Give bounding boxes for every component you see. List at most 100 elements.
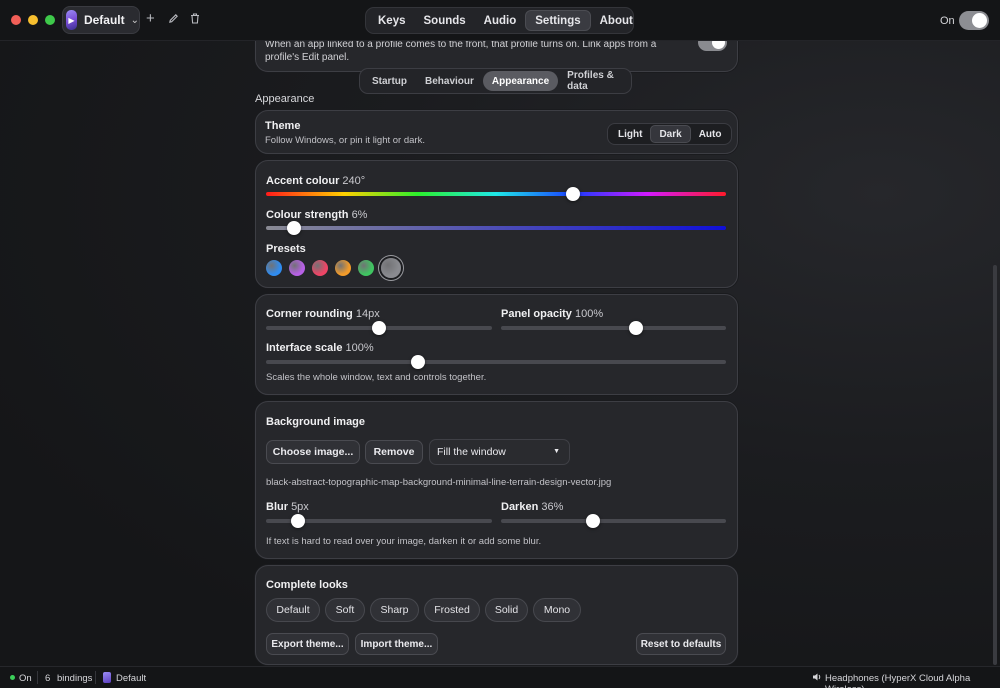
panel-opacity-slider[interactable] [629,321,643,335]
bindings-count: 6 [45,673,51,684]
darken-slider[interactable] [586,514,601,528]
accent-colour-value: 240° [342,175,366,187]
preset-swatch[interactable] [312,260,328,276]
look-default-chip[interactable]: Default [266,598,320,622]
subtab-profiles-data[interactable]: Profiles & data [558,70,628,92]
reset-defaults-button[interactable]: Reset to defaults [636,633,726,655]
preset-swatch[interactable] [381,258,401,278]
power-label: On [940,15,955,27]
theme-description: Follow Windows, or pin it light or dark. [265,135,425,146]
panel-opacity-label-text: Panel opacity [501,308,572,320]
trash-icon[interactable] [190,12,200,27]
theme-selector: Light Dark Auto [607,123,733,145]
blur-value: 5px [291,501,309,513]
accent-hue-slider[interactable] [565,187,580,201]
colour-strength-track[interactable] [266,226,726,230]
import-theme-button[interactable]: Import theme... [355,633,438,655]
preset-swatch[interactable] [289,260,305,276]
toggle-knob [972,13,987,28]
preset-swatch[interactable] [335,260,351,276]
preset-swatch[interactable] [358,260,374,276]
status-bar: On 6 bindings Default Headphones (HyperX… [0,666,1000,688]
power-toggle[interactable] [959,11,989,30]
darken-label: Darken 36% [501,501,563,513]
presets-label: Presets [266,243,306,255]
darken-value: 36% [541,501,564,513]
section-title: Appearance [255,93,315,105]
darken-track[interactable] [501,519,726,523]
minimize-window-button[interactable] [28,15,38,25]
background-image-card: Background image Choose image... Remove … [255,401,738,559]
subtab-behaviour[interactable]: Behaviour [416,71,483,91]
preset-swatch[interactable] [266,260,282,276]
background-image-title: Background image [266,416,366,428]
subtab-startup[interactable]: Startup [363,71,416,91]
auto-switch-description: When an app linked to a profile comes to… [265,39,657,63]
fit-mode-select[interactable]: Fill the window ▼ [429,439,570,465]
choose-image-button[interactable]: Choose image... [266,440,360,464]
look-frosted-chip[interactable]: Frosted [424,598,480,622]
tab-audio[interactable]: Audio [475,10,526,31]
interface-scale-label-text: Interface scale [266,342,343,354]
tab-settings[interactable]: Settings [525,10,591,31]
corner-rounding-slider[interactable] [372,321,386,335]
background-filename: black-abstract-topographic-map-backgroun… [266,477,612,488]
dropdown-arrow-icon: ▼ [553,448,560,455]
interface-scale-description: Scales the whole window, text and contro… [266,372,487,383]
plus-icon[interactable]: + [146,10,155,27]
blur-label: Blur 5px [266,501,309,513]
accent-colour-label: Accent colour 240° [266,175,365,187]
interface-scale-track[interactable] [266,360,726,364]
interface-scale-label: Interface scale 100% [266,342,374,354]
layout-card: Corner rounding 14px Panel opacity 100% … [255,294,738,395]
title-bar: ▶ Default ⌄ + Keys Sounds Audio Settings… [0,0,1000,41]
look-mono-chip[interactable]: Mono [533,598,581,622]
tab-about[interactable]: About [591,10,642,31]
interface-scale-value: 100% [345,342,374,354]
profile-name: Default [83,13,125,27]
remove-image-button[interactable]: Remove [365,440,423,464]
theme-title: Theme [265,120,301,132]
panel-opacity-value: 100% [574,308,604,320]
scrollbar[interactable] [993,265,997,665]
darken-label-text: Darken [501,501,539,513]
tab-keys[interactable]: Keys [369,10,415,31]
corner-rounding-label-text: Corner rounding [266,308,353,320]
complete-looks-title: Complete looks [266,579,348,591]
theme-auto-option[interactable]: Auto [691,125,730,143]
chevron-down-icon: ⌄ [130,14,139,26]
export-theme-button[interactable]: Export theme... [266,633,349,655]
pencil-icon[interactable] [168,12,179,27]
fit-mode-value: Fill the window [437,446,506,458]
profile-selector[interactable]: ▶ Default ⌄ [62,6,140,34]
profile-logo-icon [103,672,111,683]
theme-light-option[interactable]: Light [610,125,650,143]
colour-strength-label: Colour strength 6% [266,209,367,221]
look-soft-chip[interactable]: Soft [325,598,365,622]
interface-scale-slider[interactable] [410,355,425,369]
corner-rounding-value: 14px [355,308,380,320]
settings-subtabs: Startup Behaviour Appearance Profiles & … [359,68,632,94]
status-dot-icon [10,675,15,680]
profile-logo-icon: ▶ [66,10,77,30]
accent-hue-track[interactable] [266,192,726,196]
background-hint: If text is hard to read over your image,… [266,536,542,547]
status-profile: Default [116,673,147,684]
look-solid-chip[interactable]: Solid [485,598,528,622]
speaker-icon [812,672,822,685]
zoom-window-button[interactable] [45,15,55,25]
theme-dark-option[interactable]: Dark [650,125,691,143]
panel-opacity-label: Panel opacity 100% [501,308,603,320]
blur-label-text: Blur [266,501,288,513]
look-sharp-chip[interactable]: Sharp [370,598,419,622]
tab-sounds[interactable]: Sounds [415,10,475,31]
theme-card: Theme Follow Windows, or pin it light or… [255,110,738,154]
bindings-label: bindings [57,673,93,684]
panel-opacity-track[interactable] [501,326,726,330]
status-divider [37,671,38,684]
subtab-appearance[interactable]: Appearance [482,71,559,91]
accent-card: Accent colour 240° Colour strength 6% Pr… [255,160,738,288]
colour-strength-slider[interactable] [286,221,301,235]
blur-slider[interactable] [290,514,305,528]
close-window-button[interactable] [11,15,21,25]
